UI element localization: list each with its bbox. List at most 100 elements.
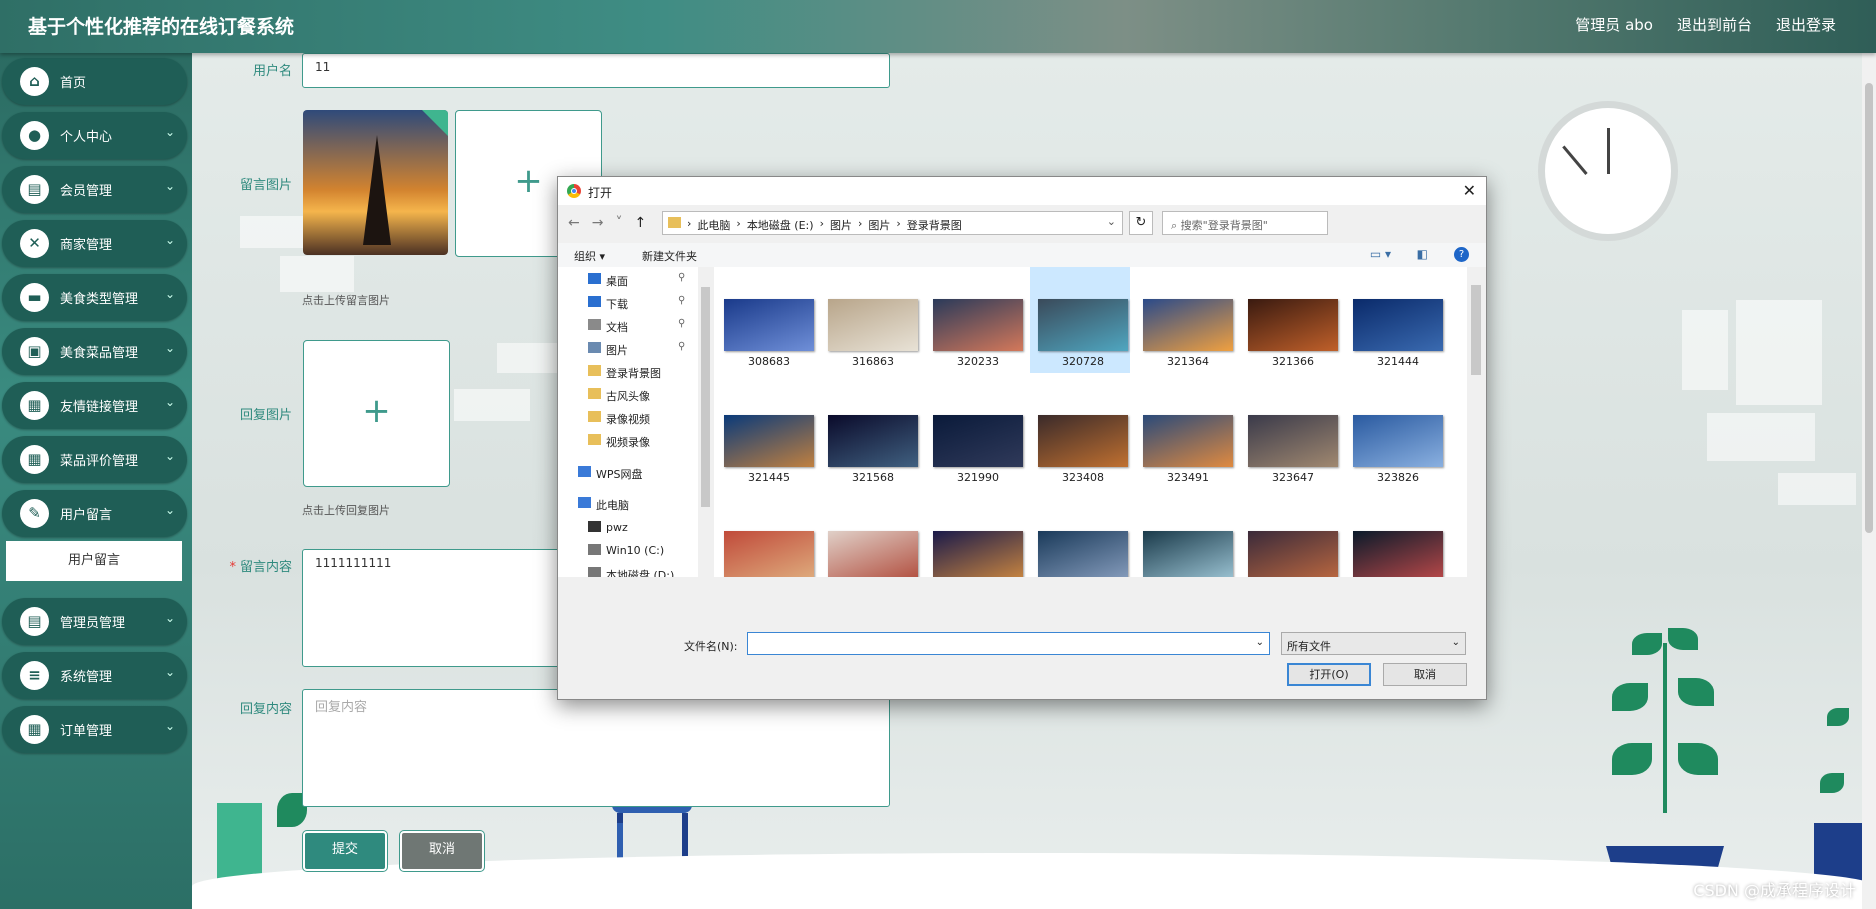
chevron-down-icon: ⌄	[164, 611, 175, 625]
breadcrumb-item[interactable]: 此电脑	[697, 217, 730, 233]
file-scrollbar[interactable]	[1467, 267, 1485, 577]
file-item[interactable]: 321568	[820, 377, 920, 489]
file-thumbnail	[828, 415, 918, 467]
file-item[interactable]: 308683	[716, 267, 816, 373]
sidebar-item[interactable]: ▬ 美食类型管理 ⌄	[2, 274, 187, 321]
exit-to-frontend-link[interactable]: 退出到前台	[1677, 14, 1752, 35]
reply-content-textarea[interactable]: 回复内容	[302, 689, 890, 807]
address-bar[interactable]: › 此电脑 › 本地磁盘 (E:) › 图片 › 图片 › 登录背景图 ⌄	[662, 211, 1123, 235]
preview-pane-icon[interactable]: ◧	[1417, 247, 1428, 261]
file-item[interactable]	[1135, 493, 1235, 577]
sidebar-subitem-user-message[interactable]: 用户留言	[6, 541, 182, 581]
sidebar-item[interactable]: ▦ 订单管理 ⌄	[2, 706, 187, 753]
sidebar-item[interactable]: ▣ 美食菜品管理 ⌄	[2, 328, 187, 375]
file-item[interactable]: 323408	[1030, 377, 1130, 489]
tree-item[interactable]: 桌面 ⚲	[558, 269, 703, 290]
reply-image-upload-button[interactable]: +	[303, 340, 450, 487]
tree-item[interactable]: Win10 (C:)	[558, 540, 703, 561]
file-item[interactable]: 323826	[1345, 377, 1445, 489]
sidebar-item[interactable]: ⌂ 首页	[2, 58, 187, 105]
sidebar-item[interactable]: ✕ 商家管理 ⌄	[2, 220, 187, 267]
breadcrumb-item[interactable]: 图片	[868, 217, 890, 233]
forward-arrow-icon[interactable]: →	[592, 215, 604, 231]
file-item[interactable]: 323647	[1240, 377, 1340, 489]
tree-item[interactable]: 此电脑	[558, 493, 703, 514]
breadcrumb-item[interactable]: 登录背景图	[907, 217, 962, 233]
help-icon[interactable]: ?	[1454, 247, 1469, 262]
page-scrollbar[interactable]	[1862, 53, 1876, 909]
page-scrollbar-thumb[interactable]	[1865, 83, 1873, 533]
plant-illustration	[1612, 743, 1652, 775]
tree-item[interactable]: 录像视频	[558, 407, 703, 428]
tree-item[interactable]: 古风头像	[558, 384, 703, 405]
submit-button[interactable]: 提交	[303, 831, 387, 871]
file-item[interactable]: 321366	[1240, 267, 1340, 373]
file-item[interactable]: 320233	[925, 267, 1025, 373]
file-scrollbar-thumb[interactable]	[1471, 285, 1481, 375]
cancel-button[interactable]: 取消	[400, 831, 484, 871]
username-input[interactable]: 11	[302, 53, 890, 88]
tree-item[interactable]: WPS网盘	[558, 462, 703, 483]
breadcrumb-item[interactable]: 本地磁盘 (E:)	[747, 217, 814, 233]
file-item[interactable]	[1240, 493, 1340, 577]
file-grid: 308683 316863 320233 320728 321364 321366 3214…	[714, 267, 1467, 577]
message-image-hint: 点击上传留言图片	[302, 294, 390, 307]
file-item[interactable]	[716, 493, 816, 577]
tree-scrollbar-thumb[interactable]	[701, 287, 710, 507]
filename-input[interactable]: ⌄	[747, 632, 1270, 655]
recent-chevron-icon[interactable]: ˅	[615, 215, 622, 231]
up-arrow-icon[interactable]: ↑	[634, 215, 646, 231]
breadcrumb-item[interactable]: 图片	[830, 217, 852, 233]
chevron-down-icon[interactable]: ⌄	[1256, 637, 1264, 648]
folder-icon	[588, 365, 601, 376]
tree-item[interactable]: pwz	[558, 517, 703, 538]
file-thumbnail	[1248, 415, 1338, 467]
tree-item[interactable]: 视频录像	[558, 430, 703, 451]
uploaded-message-image[interactable]	[303, 110, 448, 255]
tree-item[interactable]: 文档 ⚲	[558, 315, 703, 336]
refresh-icon[interactable]: ↻	[1129, 211, 1153, 235]
sidebar-item[interactable]: ● 个人中心 ⌄	[2, 112, 187, 159]
logout-link[interactable]: 退出登录	[1776, 14, 1836, 35]
background-decoration	[497, 343, 557, 373]
dialog-cancel-button[interactable]: 取消	[1383, 663, 1467, 686]
sidebar-item[interactable]: ▤ 管理员管理 ⌄	[2, 598, 187, 645]
file-thumbnail	[1143, 299, 1233, 351]
new-folder-button[interactable]: 新建文件夹	[642, 248, 697, 264]
tree-item[interactable]: 登录背景图	[558, 361, 703, 382]
sidebar-item[interactable]: ▦ 菜品评价管理 ⌄	[2, 436, 187, 483]
view-options-icon[interactable]: ▭ ▾	[1370, 247, 1391, 261]
file-item[interactable]: 321444	[1345, 267, 1445, 373]
dialog-search-input[interactable]: ⌕ 搜索"登录背景图"	[1162, 211, 1328, 235]
file-item[interactable]	[1030, 493, 1130, 577]
sidebar-item[interactable]: ≡ 系统管理 ⌄	[2, 652, 187, 699]
filetype-select[interactable]: 所有文件 ⌄	[1281, 632, 1466, 655]
plant-illustration	[1663, 643, 1667, 813]
organize-button[interactable]: 组织 ▾	[574, 248, 605, 264]
file-item[interactable]: 321990	[925, 377, 1025, 489]
pictures-icon	[588, 342, 601, 353]
tree-item[interactable]: 本地磁盘 (D:)	[558, 563, 703, 577]
file-item[interactable]	[820, 493, 920, 577]
file-item[interactable]	[925, 493, 1025, 577]
file-item[interactable]: 321445	[716, 377, 816, 489]
chevron-down-icon[interactable]: ⌄	[1107, 215, 1116, 228]
file-name: 323408	[1062, 471, 1104, 484]
open-button[interactable]: 打开(O)	[1287, 663, 1371, 686]
file-item[interactable]: 323491	[1135, 377, 1235, 489]
tree-item[interactable]: 下载 ⚲	[558, 292, 703, 313]
sidebar-item[interactable]: ▤ 会员管理 ⌄	[2, 166, 187, 213]
file-item[interactable]: 316863	[820, 267, 920, 373]
sidebar-item[interactable]: ✎ 用户留言 ⌄	[2, 490, 187, 537]
tree-item[interactable]: 图片 ⚲	[558, 338, 703, 359]
close-icon[interactable]: ✕	[1463, 181, 1476, 200]
breadcrumb: › 此电脑 › 本地磁盘 (E:) › 图片 › 图片 › 登录背景图	[687, 217, 962, 233]
file-item[interactable]: 321364	[1135, 267, 1235, 373]
file-item[interactable]	[1345, 493, 1445, 577]
sidebar-item[interactable]: ▦ 友情链接管理 ⌄	[2, 382, 187, 429]
tree-scrollbar[interactable]	[698, 267, 713, 577]
back-arrow-icon[interactable]: ←	[568, 215, 580, 231]
file-item[interactable]: 320728	[1030, 267, 1130, 373]
admin-user-link[interactable]: 管理员 abo	[1575, 14, 1653, 35]
sidebar-item-label: 管理员管理	[60, 616, 126, 631]
